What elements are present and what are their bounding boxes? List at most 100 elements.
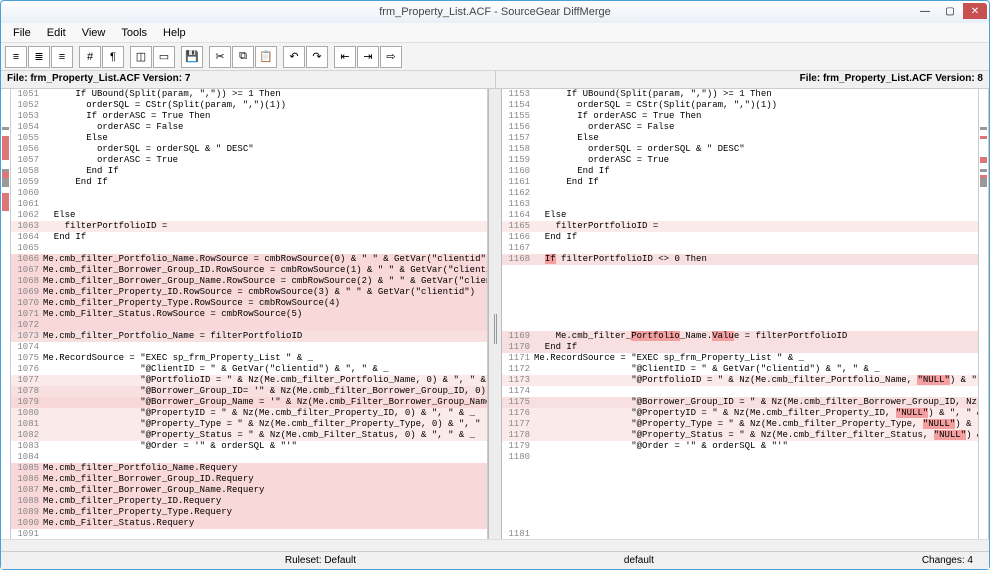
overview-margin-left[interactable] — [1, 89, 11, 539]
hash-icon[interactable]: # — [79, 46, 101, 68]
code-line[interactable]: 1160 End If — [502, 166, 978, 177]
apply-icon[interactable]: ⇨ — [380, 46, 402, 68]
code-line[interactable]: 1071Me.cmb_Filter_Status.RowSource = cmb… — [11, 309, 487, 320]
code-line[interactable]: 1178 "@Property_Status = " & Nz(Me.cmb_f… — [502, 430, 978, 441]
code-line[interactable]: 1073Me.cmb_filter_Portfolio_Name = filte… — [11, 331, 487, 342]
code-line[interactable] — [502, 265, 978, 276]
align-left-icon[interactable]: ≡ — [5, 46, 27, 68]
code-line[interactable]: 1067Me.cmb_filter_Borrower_Group_ID.RowS… — [11, 265, 487, 276]
code-line[interactable]: 1161 End If — [502, 177, 978, 188]
code-line[interactable]: 1164 Else — [502, 210, 978, 221]
code-line[interactable]: 1060 — [11, 188, 487, 199]
code-line[interactable]: 1059 End If — [11, 177, 487, 188]
code-line[interactable]: 1072 — [11, 320, 487, 331]
code-line[interactable]: 1076 "@ClientID = " & GetVar("clientid")… — [11, 364, 487, 375]
code-line[interactable]: 1087Me.cmb_filter_Borrower_Group_Name.Re… — [11, 485, 487, 496]
code-line[interactable]: 1056 orderSQL = orderSQL & " DESC" — [11, 144, 487, 155]
code-line[interactable]: 1165 filterPortfolioID = — [502, 221, 978, 232]
copy-icon[interactable]: ⧉ — [232, 46, 254, 68]
code-line[interactable]: 1170 End If — [502, 342, 978, 353]
code-line[interactable]: 1066Me.cmb_filter_Portfolio_Name.RowSour… — [11, 254, 487, 265]
code-line[interactable]: 1079 "@Borrower_Group_Name = '" & Nz(Me.… — [11, 397, 487, 408]
code-line[interactable]: 1084 — [11, 452, 487, 463]
splitter[interactable] — [488, 89, 502, 539]
code-line[interactable] — [502, 518, 978, 529]
code-line[interactable]: 1162 — [502, 188, 978, 199]
code-line[interactable]: 1169 Me.cmb_filter_Portfolio_Name.Value … — [502, 331, 978, 342]
single-pane-icon[interactable]: ▭ — [153, 46, 175, 68]
code-line[interactable]: 1075Me.RecordSource = "EXEC sp_frm_Prope… — [11, 353, 487, 364]
code-line[interactable]: 1174 — [502, 386, 978, 397]
code-line[interactable]: 1082 "@Property_Status = " & Nz(Me.cmb_F… — [11, 430, 487, 441]
horizontal-scroll[interactable] — [1, 539, 989, 551]
code-line[interactable]: 1166 End If — [502, 232, 978, 243]
code-line[interactable]: 1159 orderASC = True — [502, 155, 978, 166]
code-line[interactable]: 1081 "@Property_Type = " & Nz(Me.cmb_fil… — [11, 419, 487, 430]
code-line[interactable] — [502, 463, 978, 474]
code-line[interactable]: 1180 — [502, 452, 978, 463]
code-line[interactable]: 1065 — [11, 243, 487, 254]
menu-edit[interactable]: Edit — [39, 25, 74, 41]
code-line[interactable]: 1051 If UBound(Split(param, ",")) >= 1 T… — [11, 89, 487, 100]
code-line[interactable] — [502, 507, 978, 518]
code-line[interactable]: 1181 — [502, 529, 978, 539]
menu-file[interactable]: File — [5, 25, 39, 41]
code-line[interactable]: 1091 — [11, 529, 487, 539]
code-line[interactable]: 1089Me.cmb_filter_Property_Type.Requery — [11, 507, 487, 518]
code-line[interactable]: 1175 "@Borrower_Group_ID = " & Nz(Me.cmb… — [502, 397, 978, 408]
code-line[interactable]: 1154 orderSQL = CStr(Split(param, ",")(1… — [502, 100, 978, 111]
code-line[interactable]: 1077 "@PortfolioID = " & Nz(Me.cmb_filte… — [11, 375, 487, 386]
code-line[interactable]: 1074 — [11, 342, 487, 353]
split-two-icon[interactable]: ◫ — [130, 46, 152, 68]
menu-help[interactable]: Help — [155, 25, 194, 41]
code-line[interactable] — [502, 309, 978, 320]
right-pane[interactable]: 1153 If UBound(Split(param, ",")) >= 1 T… — [502, 89, 979, 539]
code-line[interactable]: 1064 End If — [11, 232, 487, 243]
code-line[interactable] — [502, 298, 978, 309]
code-line[interactable]: 1061 — [11, 199, 487, 210]
cut-icon[interactable]: ✂ — [209, 46, 231, 68]
code-line[interactable] — [502, 496, 978, 507]
code-line[interactable]: 1086Me.cmb_filter_Borrower_Group_ID.Requ… — [11, 474, 487, 485]
code-line[interactable]: 1058 End If — [11, 166, 487, 177]
close-button[interactable]: ✕ — [963, 3, 987, 19]
code-line[interactable]: 1153 If UBound(Split(param, ",")) >= 1 T… — [502, 89, 978, 100]
code-line[interactable]: 1179 "@Order = '" & orderSQL & "'" — [502, 441, 978, 452]
code-line[interactable]: 1090Me.cmb_Filter_Status.Requery — [11, 518, 487, 529]
code-line[interactable]: 1156 orderASC = False — [502, 122, 978, 133]
code-line[interactable]: 1053 If orderASC = True Then — [11, 111, 487, 122]
align-right-icon[interactable]: ≡ — [51, 46, 73, 68]
overview-margin-right[interactable] — [979, 89, 989, 539]
code-line[interactable]: 1168 If filterPortfolioID <> 0 Then — [502, 254, 978, 265]
code-line[interactable]: 1163 — [502, 199, 978, 210]
menu-view[interactable]: View — [74, 25, 114, 41]
code-line[interactable]: 1052 orderSQL = CStr(Split(param, ",")(1… — [11, 100, 487, 111]
align-center-icon[interactable]: ≣ — [28, 46, 50, 68]
minimize-button[interactable]: — — [913, 3, 937, 19]
code-line[interactable] — [502, 474, 978, 485]
redo-icon[interactable]: ↷ — [306, 46, 328, 68]
code-line[interactable]: 1167 — [502, 243, 978, 254]
pilcrow-icon[interactable]: ¶ — [102, 46, 124, 68]
code-line[interactable]: 1171Me.RecordSource = "EXEC sp_frm_Prope… — [502, 353, 978, 364]
code-line[interactable]: 1070Me.cmb_filter_Property_Type.RowSourc… — [11, 298, 487, 309]
paste-icon[interactable]: 📋 — [255, 46, 277, 68]
code-line[interactable]: 1177 "@Property_Type = " & Nz(Me.cmb_fil… — [502, 419, 978, 430]
code-line[interactable]: 1054 orderASC = False — [11, 122, 487, 133]
code-line[interactable]: 1062 Else — [11, 210, 487, 221]
left-pane[interactable]: 1051 If UBound(Split(param, ",")) >= 1 T… — [11, 89, 488, 539]
code-line[interactable]: 1088Me.cmb_filter_Property_ID.Requery — [11, 496, 487, 507]
menu-tools[interactable]: Tools — [113, 25, 155, 41]
code-line[interactable]: 1080 "@PropertyID = " & Nz(Me.cmb_filter… — [11, 408, 487, 419]
code-line[interactable]: 1085Me.cmb_filter_Portfolio_Name.Requery — [11, 463, 487, 474]
code-line[interactable]: 1068Me.cmb_filter_Borrower_Group_Name.Ro… — [11, 276, 487, 287]
maximize-button[interactable]: ▢ — [938, 3, 962, 19]
code-line[interactable]: 1069Me.cmb_filter_Property_ID.RowSource … — [11, 287, 487, 298]
code-line[interactable] — [502, 485, 978, 496]
code-line[interactable] — [502, 320, 978, 331]
prev-diff-icon[interactable]: ⇤ — [334, 46, 356, 68]
code-line[interactable] — [502, 276, 978, 287]
undo-icon[interactable]: ↶ — [283, 46, 305, 68]
code-line[interactable] — [502, 287, 978, 298]
code-line[interactable]: 1055 Else — [11, 133, 487, 144]
